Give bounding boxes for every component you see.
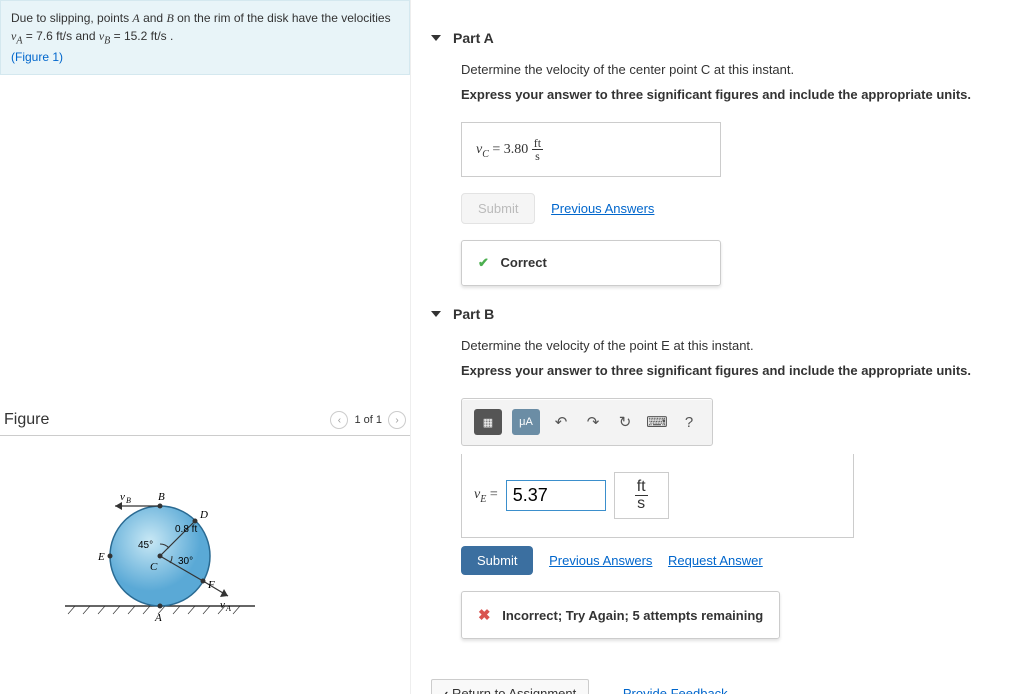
part-b-input-row: vE = fts — [461, 454, 854, 538]
txt: Due to slipping, points — [11, 11, 132, 25]
part-a-instr: Express your answer to three significant… — [431, 81, 1014, 106]
reset-icon[interactable]: ↻ — [614, 411, 636, 433]
svg-text:F: F — [207, 579, 215, 591]
part-a-answer-box: vC = 3.80 fts — [461, 122, 721, 177]
svg-text:B: B — [158, 491, 165, 503]
figure-header: Figure ‹ 1 of 1 › — [0, 405, 410, 436]
mu-a-button[interactable]: μA — [512, 409, 540, 435]
svg-text:45°: 45° — [138, 540, 153, 551]
figure-title: Figure — [4, 411, 49, 429]
return-to-assignment-button[interactable]: ‹ Return to Assignment — [431, 679, 589, 694]
var-A: A — [132, 11, 139, 25]
part-a-previous-link[interactable]: Previous Answers — [551, 201, 654, 216]
part-b-request-answer-link[interactable]: Request Answer — [668, 553, 763, 568]
check-icon: ✔ — [478, 255, 489, 270]
figure-prev-button[interactable]: ‹ — [330, 411, 348, 429]
part-b-title: Part B — [453, 306, 494, 322]
figure-diagram: vB B D 0.8 ft 45° 30° E C F A vA — [0, 436, 410, 669]
problem-statement: Due to slipping, points A and B on the r… — [0, 0, 410, 75]
part-a-header[interactable]: Part A — [431, 10, 1014, 56]
part-b-previous-link[interactable]: Previous Answers — [549, 553, 652, 568]
svg-text:A: A — [154, 612, 162, 624]
caret-down-icon — [431, 35, 441, 41]
provide-feedback-link[interactable]: Provide Feedback — [623, 686, 728, 694]
keyboard-icon[interactable]: ⌨ — [646, 411, 668, 433]
svg-text:v: v — [120, 491, 125, 503]
part-b-prompt: Determine the velocity of the point E at… — [431, 332, 1014, 357]
template-picker-icon[interactable]: ▦ — [474, 409, 502, 435]
cross-icon: ✖ — [478, 607, 491, 624]
svg-text:E: E — [97, 551, 105, 563]
caret-down-icon — [431, 311, 441, 317]
part-a-submit-button: Submit — [461, 193, 535, 224]
svg-text:30°: 30° — [178, 556, 193, 567]
part-a-prompt: Determine the velocity of the center poi… — [431, 56, 1014, 81]
svg-text:B: B — [126, 496, 131, 505]
redo-icon[interactable]: ↷ — [582, 411, 604, 433]
svg-text:D: D — [199, 509, 208, 521]
part-b-feedback: ✖ Incorrect; Try Again; 5 attempts remai… — [461, 591, 780, 639]
part-b-instr: Express your answer to three significant… — [431, 357, 1014, 382]
part-a-feedback: ✔ Correct — [461, 240, 721, 286]
part-a-title: Part A — [453, 30, 494, 46]
svg-text:v: v — [220, 599, 225, 611]
svg-text:0.8 ft: 0.8 ft — [175, 524, 197, 535]
svg-text:A: A — [225, 604, 231, 613]
figure-link[interactable]: (Figure 1) — [11, 50, 63, 64]
part-b-submit-button[interactable]: Submit — [461, 546, 533, 575]
part-b-value-input[interactable] — [506, 480, 606, 511]
undo-icon[interactable]: ↶ — [550, 411, 572, 433]
figure-count: 1 of 1 — [354, 414, 382, 426]
figure-next-button[interactable]: › — [388, 411, 406, 429]
part-b-unit-box[interactable]: fts — [614, 472, 669, 519]
equation-toolbar: ▦ μA ↶ ↷ ↻ ⌨ ? — [461, 398, 713, 446]
svg-text:C: C — [150, 561, 158, 573]
var-B: B — [166, 11, 173, 25]
help-icon[interactable]: ? — [678, 411, 700, 433]
part-b-header[interactable]: Part B — [431, 286, 1014, 332]
